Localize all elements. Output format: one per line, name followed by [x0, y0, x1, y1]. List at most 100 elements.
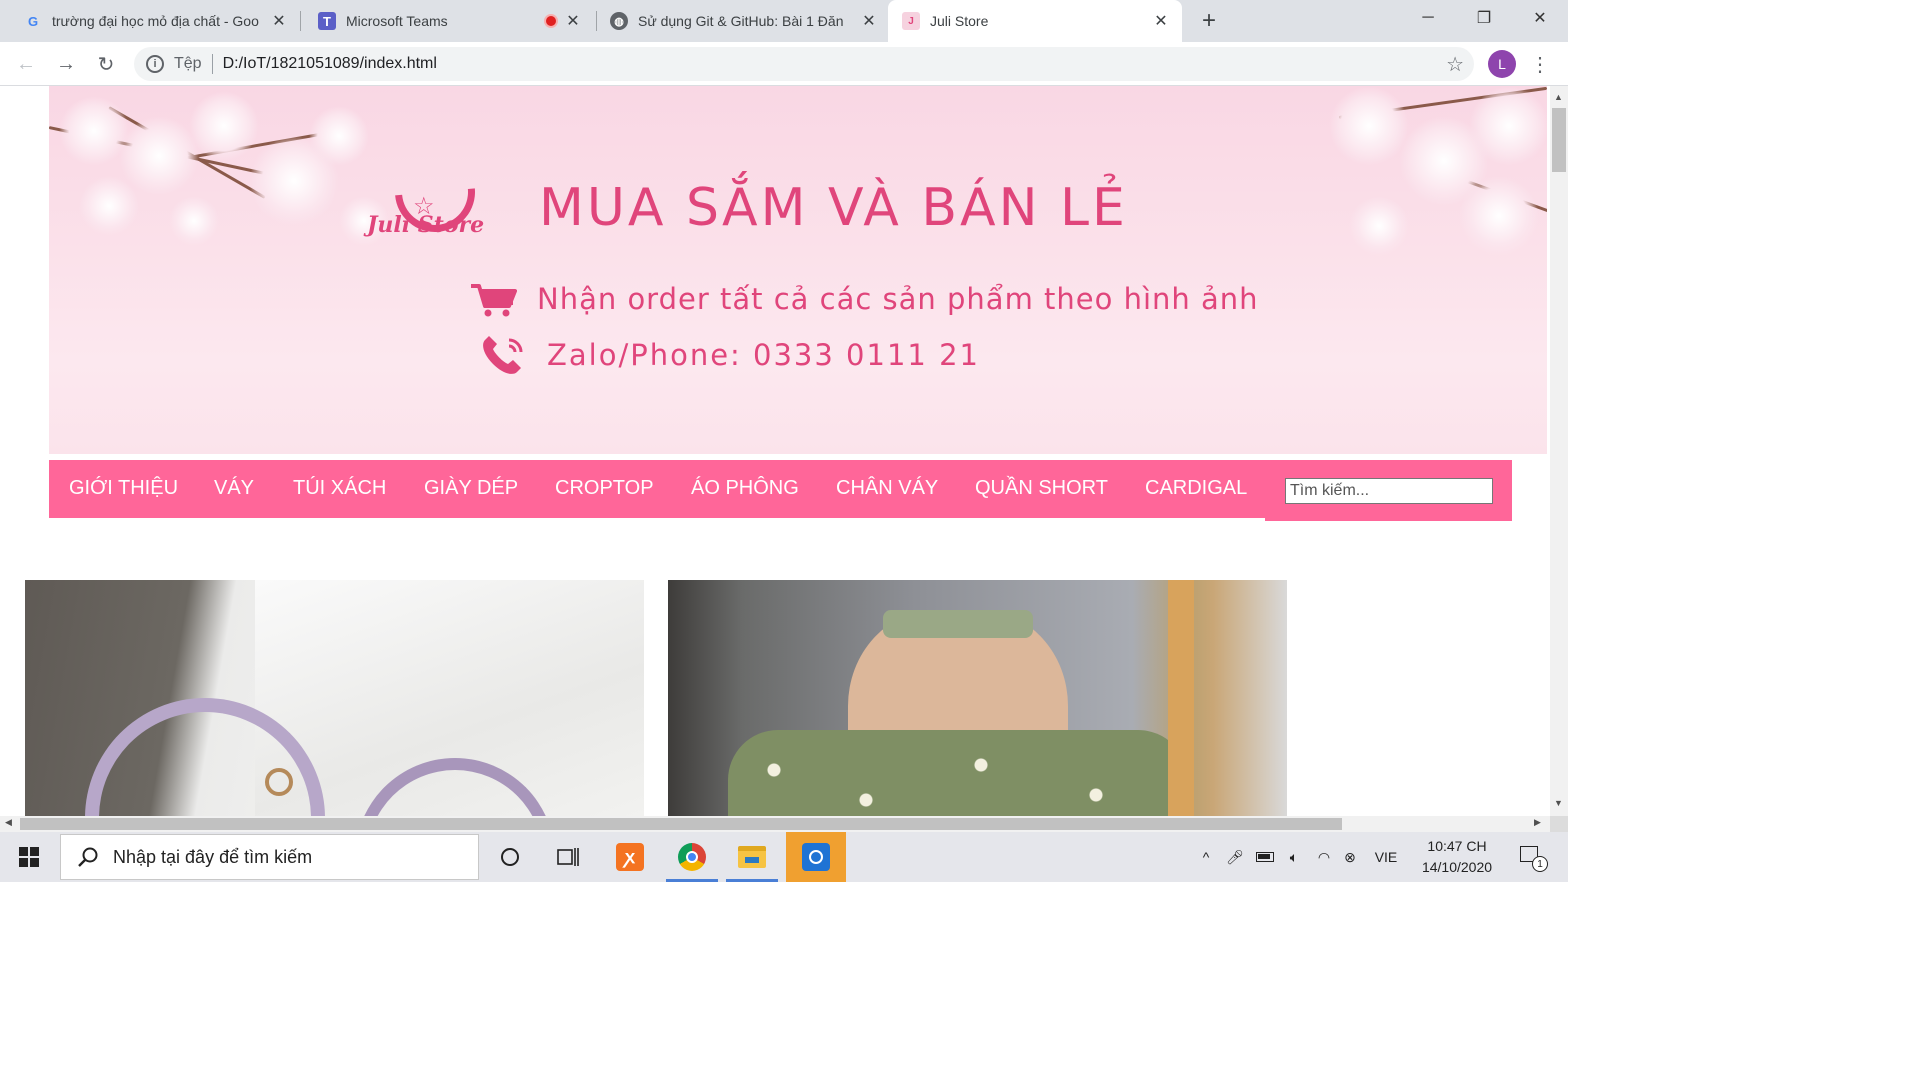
scroll-left-arrow[interactable]: ◀ [5, 817, 12, 828]
nav-tui-xach[interactable]: TÚI XÁCH [293, 460, 386, 518]
page-viewport: ☆ Juli Store MUA SẮM VÀ BÁN LẺ Nhận orde… [0, 86, 1550, 816]
blossom [1349, 196, 1409, 256]
tab-title: Microsoft Teams [346, 13, 448, 29]
blossom [189, 91, 259, 161]
blossom [1459, 176, 1539, 256]
product-image-bag[interactable] [25, 580, 644, 816]
tab-google-search[interactable]: G trường đại học mỏ địa chất - Goo ✕ [0, 0, 300, 42]
chrome-icon [678, 843, 706, 871]
scroll-down-arrow[interactable]: ▼ [1554, 798, 1564, 808]
blossom [119, 116, 199, 196]
search-icon [78, 847, 98, 867]
clock-time: 10:47 CH [1427, 838, 1487, 854]
tab-title: Juli Store [930, 13, 989, 29]
volume-icon[interactable]: 🔈︎ [1282, 832, 1306, 882]
blossom [309, 106, 369, 166]
nav-giay-dep[interactable]: GIÀY DÉP [424, 460, 518, 518]
banner-headline: MUA SẮM VÀ BÁN LẺ [539, 178, 1128, 238]
tab-title: Sử dụng Git & GitHub: Bài 1 Đăn [638, 13, 844, 29]
show-hidden-icons-button[interactable]: ^ [1196, 832, 1216, 882]
choker [883, 610, 1033, 638]
nav-gioi-thieu[interactable]: GIỚI THIỆU [69, 460, 178, 518]
address-url: D:/IoT/1821051089/index.html [222, 55, 437, 72]
address-bar[interactable]: i Tệp D:/IoT/1821051089/index.html ☆ [134, 47, 1474, 81]
category-navbar: GIỚI THIỆU VÁY TÚI XÁCH GIÀY DÉP CROPTOP… [49, 460, 1512, 521]
taskbar-search-placeholder: Nhập tại đây để tìm kiếm [113, 846, 313, 867]
teams-icon: T [318, 12, 336, 30]
horizontal-scroll-thumb[interactable] [20, 818, 1342, 830]
nav-quan-short[interactable]: QUẦN SHORT [975, 460, 1108, 518]
tab-git-github[interactable]: ◍ Sử dụng Git & GitHub: Bài 1 Đăn ✕ [586, 0, 890, 42]
scrollbar-corner [1550, 816, 1568, 832]
snipping-tool-icon [802, 843, 830, 871]
action-center-button[interactable]: 1 [1512, 832, 1552, 882]
nav-chan-vay[interactable]: CHÂN VÁY [836, 460, 938, 518]
floral-top [728, 730, 1188, 816]
cortana-icon [501, 848, 519, 866]
input-language[interactable]: VIE [1368, 832, 1404, 882]
bookmark-star-icon[interactable]: ☆ [1446, 52, 1464, 77]
info-icon[interactable]: i [146, 55, 164, 73]
clock-date: 14/10/2020 [1421, 859, 1493, 875]
horizontal-scrollbar[interactable]: ◀ ▶ [0, 816, 1550, 832]
nav-cardigal[interactable]: CARDIGAL [1145, 460, 1247, 518]
back-button[interactable]: ← [12, 50, 40, 78]
profile-avatar[interactable]: L [1488, 50, 1516, 78]
scroll-right-arrow[interactable]: ▶ [1534, 817, 1541, 828]
microphone-icon[interactable]: 🎤︎ [1224, 832, 1246, 882]
close-icon[interactable]: ✕ [270, 12, 288, 30]
close-icon[interactable]: ✕ [860, 12, 878, 30]
reload-button[interactable]: ↻ [92, 50, 120, 78]
vertical-scroll-thumb[interactable] [1552, 108, 1566, 172]
nav-ao-phong[interactable]: ÁO PHÔNG [691, 460, 799, 518]
xampp-taskbar-button[interactable]: ꭗ [600, 832, 660, 882]
nav-vay[interactable]: VÁY [214, 460, 254, 518]
folder-icon [738, 846, 766, 868]
close-window-button[interactable]: ✕ [1512, 0, 1568, 36]
search-input[interactable] [1285, 478, 1493, 504]
menu-kebab-icon[interactable]: ⋮ [1530, 50, 1550, 78]
search-container [1265, 460, 1512, 521]
close-icon[interactable]: ✕ [1152, 12, 1170, 30]
juli-store-logo: ☆ Juli Store [367, 135, 517, 249]
product-image-dress[interactable] [668, 580, 1287, 816]
minimize-button[interactable]: ─ [1400, 0, 1456, 36]
restore-button[interactable]: ❐ [1456, 0, 1512, 36]
juli-store-icon: J [902, 12, 920, 30]
vertical-scrollbar[interactable]: ▲ ▼ [1550, 86, 1568, 816]
task-view-icon [557, 848, 579, 866]
windows-logo-icon [19, 847, 39, 867]
forward-button[interactable]: → [52, 50, 80, 78]
logo-text: Juli Store [367, 212, 485, 238]
wifi-icon[interactable]: ◠ [1312, 832, 1336, 882]
system-clock[interactable]: 10:47 CH 14/10/2020 [1410, 836, 1504, 878]
xampp-icon: ꭗ [616, 843, 644, 871]
no-network-icon[interactable]: ⊗ [1338, 832, 1362, 882]
blossom [1469, 86, 1547, 166]
nav-croptop[interactable]: CROPTOP [555, 460, 654, 518]
task-view-button[interactable] [538, 832, 598, 882]
snipping-tool-taskbar-button[interactable] [786, 832, 846, 882]
store-banner: ☆ Juli Store MUA SẮM VÀ BÁN LẺ Nhận orde… [49, 86, 1547, 454]
tab-juli-store[interactable]: J Juli Store ✕ [888, 0, 1182, 42]
blossom [169, 196, 219, 246]
blossom [79, 176, 139, 236]
phone-icon [483, 336, 523, 374]
scroll-up-arrow[interactable]: ▲ [1554, 92, 1564, 102]
browser-toolbar: ← → ↻ i Tệp D:/IoT/1821051089/index.html… [0, 42, 1568, 86]
browser-tab-strip: G trường đại học mỏ địa chất - Goo ✕ T M… [0, 0, 1568, 42]
cortana-button[interactable] [480, 832, 540, 882]
start-button[interactable] [0, 832, 58, 882]
close-icon[interactable]: ✕ [564, 12, 582, 30]
file-explorer-taskbar-button[interactable] [722, 832, 782, 882]
tab-microsoft-teams[interactable]: T Microsoft Teams ✕ [294, 0, 594, 42]
shopping-cart-icon [471, 284, 517, 317]
new-tab-button[interactable]: + [1196, 7, 1222, 34]
google-icon: G [27, 13, 39, 29]
chrome-taskbar-button[interactable] [662, 832, 722, 882]
taskbar-search-box[interactable]: Nhập tại đây để tìm kiếm [60, 834, 479, 880]
mirror-frame [1168, 580, 1194, 816]
windows-taskbar: Nhập tại đây để tìm kiếm ꭗ ^ 🎤︎ 🔈︎ ◠ ⊗ V… [0, 832, 1568, 882]
battery-icon[interactable] [1252, 832, 1278, 882]
bag-ring [265, 768, 293, 796]
